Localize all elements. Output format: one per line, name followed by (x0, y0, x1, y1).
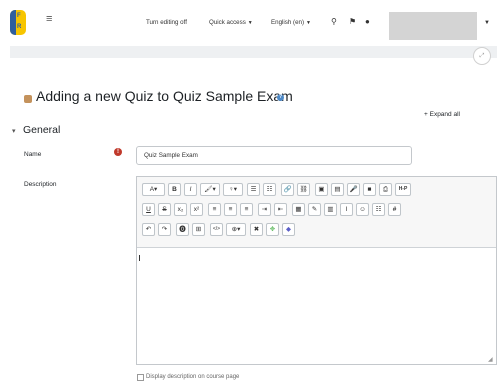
bold-button[interactable]: B (168, 183, 181, 196)
search-icon[interactable]: ⚲ (331, 17, 337, 26)
caret-down-icon: ▼ (306, 20, 311, 26)
language-menu[interactable]: English (en) ▼ (271, 19, 311, 26)
turn-editing-off-label: Turn editing off (146, 19, 187, 26)
outdent-button[interactable]: ⇤ (274, 203, 287, 216)
unordered-list-button[interactable]: ☰ (247, 183, 260, 196)
accessibility-checker-button[interactable]: ☷ (372, 203, 385, 216)
page-title: Adding a new Quiz to Quiz Sample Exam (36, 88, 293, 104)
clear-formatting-button[interactable]: I (340, 203, 353, 216)
align-center-button[interactable]: ≡ (224, 203, 237, 216)
text-color-button[interactable]: 🖌▾ (200, 183, 220, 196)
link-button[interactable]: 🔗 (281, 183, 294, 196)
font-style-button[interactable]: A▾ (142, 183, 165, 196)
name-input[interactable]: Quiz Sample Exam (136, 146, 412, 165)
record-audio-button[interactable]: 🎤 (347, 183, 360, 196)
name-label: Name (24, 151, 42, 158)
background-color-button[interactable]: ♀▾ (223, 183, 243, 196)
section-toggle-icon[interactable]: ▾ (12, 127, 16, 135)
caret-down-icon[interactable]: ▼ (484, 20, 490, 26)
redo-button[interactable]: ↷ (158, 223, 171, 236)
image-button[interactable]: ▣ (315, 183, 328, 196)
superscript-button[interactable]: x² (190, 203, 203, 216)
site-logo[interactable]: F R (10, 10, 26, 35)
description-textarea[interactable] (137, 248, 496, 363)
teams-meeting-button[interactable]: ◆ (282, 223, 295, 236)
logo-letter-2: R (17, 24, 22, 30)
language-label: English (en) (271, 19, 305, 26)
turn-editing-off-link[interactable]: Turn editing off (146, 19, 187, 26)
subscript-button[interactable]: x₂ (174, 203, 187, 216)
special-character-button[interactable]: # (388, 203, 401, 216)
screenreader-helper-button[interactable]: ⊞ (192, 223, 205, 236)
edit-button[interactable]: ✎ (308, 203, 321, 216)
html-button[interactable]: </> (210, 223, 223, 236)
logo-letter-1: F (17, 13, 21, 19)
required-icon: ! (114, 148, 122, 156)
media-button[interactable]: ▤ (331, 183, 344, 196)
expand-all-link[interactable]: + Expand all (424, 111, 460, 118)
underline-button[interactable]: U (142, 203, 155, 216)
quick-access-menu[interactable]: Quick access ▼ (209, 19, 253, 26)
expand-all-label: Expand all (429, 111, 460, 118)
align-left-button[interactable]: ≡ (208, 203, 221, 216)
help-icon[interactable]: ? (277, 94, 284, 101)
fullscreen-toggle-icon[interactable]: ⤢ (473, 47, 491, 65)
sharing-cart-button[interactable]: ✥ (266, 223, 279, 236)
display-description-label: Display description on course page (146, 374, 240, 380)
page-header-strip (10, 46, 497, 58)
hamburger-icon[interactable]: ≡ (46, 13, 52, 25)
bell-icon[interactable]: ⚑ (349, 17, 356, 26)
unlink-button[interactable]: ⛓ (297, 183, 310, 196)
ordered-list-button[interactable]: ☷ (263, 183, 276, 196)
quiz-icon (24, 95, 32, 103)
record-video-button[interactable]: ■ (363, 183, 376, 196)
italic-button[interactable]: I (184, 183, 197, 196)
h5p-button[interactable]: H-P (395, 183, 411, 196)
manage-files-button[interactable]: ⎙ (379, 183, 392, 196)
language-button[interactable]: ⊕▾ (226, 223, 246, 236)
accessibility-button[interactable]: ⓿ (176, 223, 189, 236)
caret-down-icon: ▼ (247, 20, 253, 26)
align-right-button[interactable]: ≡ (240, 203, 253, 216)
emoticon-button[interactable]: ☺ (356, 203, 369, 216)
name-input-value: Quiz Sample Exam (144, 152, 198, 159)
user-menu-avatar[interactable] (389, 12, 477, 40)
chat-icon[interactable]: ● (365, 17, 370, 26)
section-title-general[interactable]: General (23, 124, 60, 136)
strikethrough-button[interactable]: S (158, 203, 171, 216)
text-cursor (139, 255, 140, 261)
undo-button[interactable]: ↶ (142, 223, 155, 236)
quick-access-label: Quick access (209, 19, 246, 26)
resize-handle-icon[interactable]: ◢ (488, 356, 493, 363)
equation-button[interactable]: ▦ (292, 203, 305, 216)
table-button[interactable]: ▥ (324, 203, 337, 216)
editor-toolbar: A▾ B I 🖌▾ ♀▾ ☰ ☷ 🔗 ⛓ ▣ ▤ 🎤 ■ ⎙ H-P U S x… (137, 177, 496, 248)
indent-button[interactable]: ⇥ (258, 203, 271, 216)
fullscreen-button[interactable]: ✖ (250, 223, 263, 236)
description-label: Description (24, 181, 57, 188)
